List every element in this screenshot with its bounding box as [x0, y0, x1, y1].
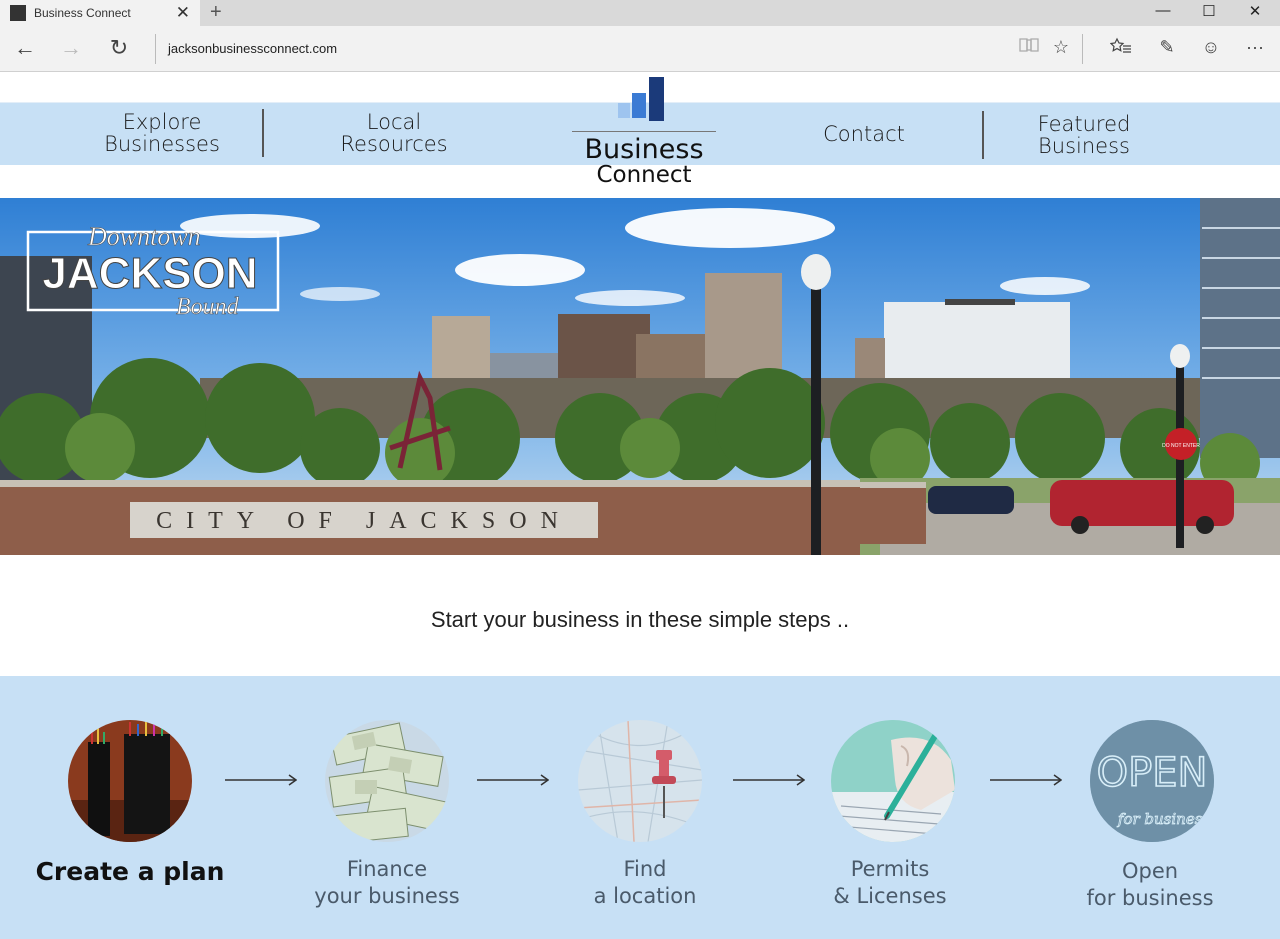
open-sign-subtext: for business	[1117, 810, 1211, 828]
bar-chart-logo-icon	[618, 77, 664, 121]
favicon-icon	[10, 5, 26, 21]
step-permits-image[interactable]	[831, 720, 955, 842]
logo-text-connect: Connect	[596, 162, 692, 188]
nav-local-resources[interactable]: Local Resources	[330, 111, 458, 155]
step-open-image[interactable]: OPEN for business	[1090, 720, 1214, 842]
badge-jackson-text: JACKSON	[42, 249, 257, 298]
tagline: Start your business in these simple step…	[430, 607, 850, 632]
step-create-plan-image[interactable]	[68, 720, 192, 842]
nav-featured-line1: Featured	[1037, 112, 1131, 136]
step-label-line2: for business	[1086, 886, 1214, 910]
maximize-button[interactable]: ☐	[1186, 2, 1232, 24]
window-close-button[interactable]: ✕	[1232, 2, 1278, 24]
step-label-line2: a location	[593, 884, 697, 908]
steps-band: Create a plan Finance your business Find…	[0, 676, 1280, 939]
do-not-enter-sign: DO NOT ENTER	[1162, 443, 1200, 449]
business-connect-logo[interactable]: Business Connect	[572, 77, 716, 189]
toolbar-divider	[1082, 34, 1083, 64]
tab-title: Business Connect	[34, 6, 131, 20]
web-page: Explore Businesses Local Resources Busin…	[0, 73, 1280, 939]
refresh-button[interactable]: ↻	[104, 36, 134, 60]
browser-tab[interactable]: Business Connect ✕	[0, 0, 200, 26]
back-button[interactable]: ←	[10, 36, 40, 60]
step-label-line1: Create a plan	[35, 857, 225, 886]
hero-image-city-of-jackson: CITY OF JACKSON DO NOT ENTER Downtown JA…	[0, 198, 1280, 555]
nav-featured-business[interactable]: Featured Business	[1024, 113, 1144, 157]
address-field[interactable]: jacksonbusinessconnect.com	[168, 41, 337, 56]
arrow-right-icon	[225, 774, 297, 786]
nav-local-line1: Local	[366, 110, 422, 134]
nav-local-line2: Resources	[340, 132, 448, 156]
nav-divider	[262, 109, 264, 157]
step-label-line2: your business	[314, 884, 460, 908]
nav-explore-line1: Explore	[122, 110, 202, 134]
nav-explore-line2: Businesses	[104, 132, 220, 156]
feedback-icon[interactable]: ☺	[1198, 37, 1224, 58]
hero-sign-text: CITY OF JACKSON	[156, 508, 572, 534]
step-label-line1: Find	[623, 857, 667, 881]
step-label-line1: Permits	[850, 857, 930, 881]
favorite-star-icon[interactable]: ☆	[1048, 37, 1074, 58]
step-open-label[interactable]: Open for business	[1066, 858, 1234, 912]
more-menu-icon[interactable]: ···	[1242, 37, 1268, 58]
nav-contact[interactable]: Contact	[800, 123, 928, 145]
arrow-right-icon	[733, 774, 805, 786]
web-note-icon[interactable]: ✎	[1154, 37, 1180, 58]
browser-titlebar: Business Connect ✕ + — ☐ ✕	[0, 0, 1280, 26]
nav-divider	[982, 111, 984, 159]
open-sign-text: OPEN	[1097, 750, 1208, 796]
logo-text-business: Business	[584, 134, 704, 165]
step-permits-label[interactable]: Permits & Licenses	[806, 856, 974, 910]
step-label-line1: Open	[1121, 859, 1179, 883]
tab-close-icon[interactable]: ✕	[176, 3, 190, 23]
nav-featured-line2: Business	[1038, 134, 1130, 158]
step-location-image[interactable]	[578, 720, 702, 842]
reading-view-icon[interactable]	[1016, 37, 1042, 58]
step-create-plan-label[interactable]: Create a plan	[28, 858, 232, 885]
url-divider	[155, 34, 156, 64]
step-location-label[interactable]: Find a location	[560, 856, 730, 910]
badge-bound-text: Bound	[176, 294, 240, 320]
browser-toolbar: ← → ↻ jacksonbusinessconnect.com ☆ ✎ ☺ ·…	[0, 26, 1280, 72]
step-label-line1: Finance	[346, 857, 428, 881]
minimize-button[interactable]: —	[1140, 2, 1186, 24]
forward-button[interactable]: →	[56, 36, 86, 60]
badge-downtown-text: Downtown	[87, 222, 201, 251]
arrow-right-icon	[477, 774, 549, 786]
step-finance-image[interactable]	[325, 720, 449, 842]
step-label-line2: & Licenses	[833, 884, 947, 908]
new-tab-button[interactable]: +	[210, 1, 222, 24]
hub-icon[interactable]	[1108, 37, 1134, 60]
logo-rule	[572, 131, 716, 132]
step-finance-label[interactable]: Finance your business	[292, 856, 482, 910]
arrow-right-icon	[990, 774, 1062, 786]
nav-explore-businesses[interactable]: Explore Businesses	[100, 111, 224, 155]
